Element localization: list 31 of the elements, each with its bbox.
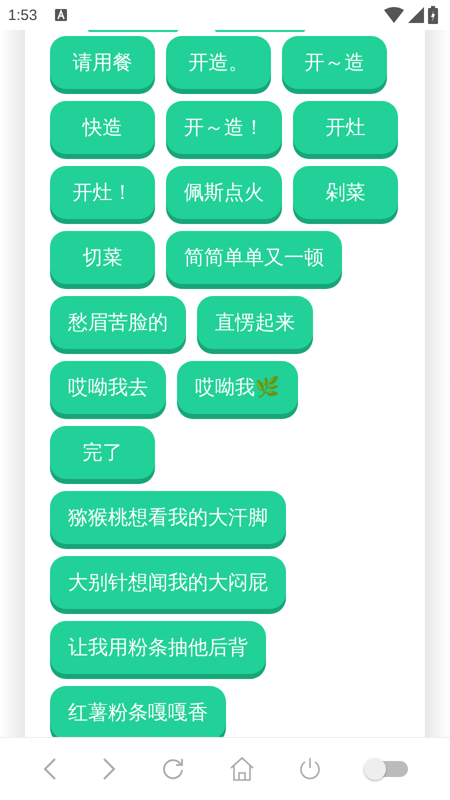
phrase-button[interactable]: 剁菜: [293, 166, 398, 219]
phrase-button[interactable]: 开～造: [282, 36, 387, 89]
forward-icon[interactable]: [101, 757, 118, 781]
phrase-button[interactable]: 简简单单又一顿: [166, 231, 342, 284]
phrase-button[interactable]: 佩斯点火: [166, 166, 282, 219]
toggle-switch[interactable]: [366, 761, 408, 777]
phrase-button[interactable]: 哎呦我🌿: [177, 361, 298, 414]
phrase-button[interactable]: 开灶！: [50, 166, 155, 219]
phrase-button[interactable]: 完了: [50, 426, 155, 479]
phrase-button[interactable]: 开灶: [293, 101, 398, 154]
back-icon[interactable]: [42, 757, 58, 781]
home-icon[interactable]: [228, 756, 255, 782]
signal-icon: [408, 7, 424, 23]
phrase-button[interactable]: 切菜: [50, 231, 155, 284]
phrase-button[interactable]: 请用餐: [50, 36, 155, 89]
battery-charging-icon: [428, 6, 438, 24]
wifi-icon: [384, 7, 404, 23]
status-time: 1:53: [8, 6, 38, 24]
phrase-button[interactable]: 让我用粉条抽他后背: [50, 621, 266, 674]
phrase-button[interactable]: 猕猴桃想看我的大汗脚: [50, 491, 286, 544]
phrase-button[interactable]: 直愣起来: [197, 296, 313, 349]
phrase-button[interactable]: 开造。: [166, 36, 271, 89]
phrase-button[interactable]: 开～造！: [166, 101, 282, 154]
keyboard-notification-icon: [55, 9, 68, 21]
phrase-button[interactable]: 愁眉苦脸的: [50, 296, 186, 349]
phrase-button[interactable]: 哎呦我去: [50, 361, 166, 414]
phrase-button[interactable]: 快造: [50, 101, 155, 154]
refresh-icon[interactable]: [161, 757, 186, 781]
phrase-button[interactable]: 红薯粉条嘎嘎香: [50, 686, 226, 737]
phrase-button[interactable]: 大别针想闻我的大闷屁: [50, 556, 286, 609]
power-icon[interactable]: [298, 757, 322, 781]
